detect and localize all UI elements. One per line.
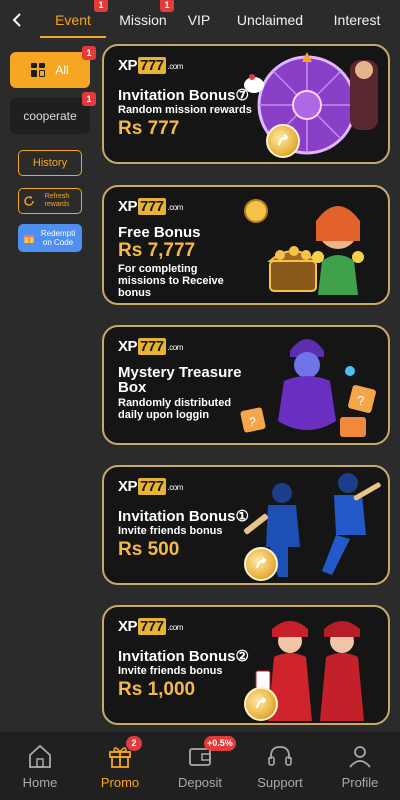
xp777-logo: XP 777 .com (118, 197, 183, 215)
nav-label: Promo (100, 774, 140, 790)
headset-icon (268, 745, 292, 766)
history-button[interactable]: History (18, 150, 82, 176)
lucky-wheel-icon (244, 52, 378, 155)
promo-card-title: Invitation Bonus① (118, 508, 249, 525)
xp777-logo: XP 777 .com (118, 56, 183, 74)
nav-label: Support (257, 774, 303, 790)
back-button[interactable] (0, 0, 36, 40)
promo-card-invitation-bonus-7[interactable]: XP 777 .com Invitation Bonus⑦ Random missi… (102, 44, 390, 164)
tab-interest[interactable]: Interest (318, 0, 396, 40)
promo-card-amount: Rs 777 (118, 118, 180, 139)
nav-profile[interactable]: Profile (320, 732, 400, 800)
tab-label: VIP (187, 12, 211, 28)
arrow-icon (256, 697, 267, 709)
user-icon (349, 745, 371, 768)
xp777-logo: XP 777 .com (118, 337, 183, 355)
nav-label: Profile (341, 774, 379, 790)
nav-badge: +0.5% (204, 736, 236, 751)
promo-card-title: Free Bonus (118, 224, 201, 241)
xp777-logo: XP 777 .com (118, 477, 183, 495)
tab-label: Mission (119, 12, 167, 28)
chevron-left-icon (12, 13, 21, 27)
nav-support[interactable]: Support (240, 732, 320, 800)
tab-label: Event (55, 12, 91, 28)
promo-card-subtitle: Randomly distributed daily upon loggin (118, 397, 232, 421)
category-cooperate-badge: 1 (82, 92, 96, 106)
promo-card-free-bonus[interactable]: XP 777 .com Free Bonus Rs 7,777 For comple… (102, 185, 390, 305)
grid-icon (31, 63, 46, 77)
top-tab-bar: Event 1 Mission 1 VIP Unclaimed Interest (0, 0, 400, 40)
promo-card-amount: Rs 7,777 (118, 240, 196, 261)
category-all-label: All (55, 63, 69, 77)
claim-button[interactable] (266, 124, 300, 158)
category-all-badge: 1 (82, 46, 96, 60)
home-icon (29, 744, 51, 768)
tab-label: Interest (333, 12, 381, 28)
treasure-chest-icon (244, 199, 364, 295)
nav-deposit[interactable]: Deposit +0.5% (160, 732, 240, 800)
refresh-rewards-button[interactable]: Refresh rewards (18, 188, 82, 214)
nav-label: Deposit (177, 774, 223, 790)
promo-card-subtitle: Invite friends bonus (118, 665, 223, 677)
genie-mystery-boxes-icon: ? ? (240, 339, 376, 437)
nav-badge: 2 (126, 736, 142, 751)
nav-promo[interactable]: Promo 2 (80, 732, 160, 800)
tab-label: Unclaimed (236, 12, 304, 28)
tab-unclaimed[interactable]: Unclaimed (222, 0, 318, 40)
svg-text:?: ? (249, 415, 256, 429)
category-cooperate-button[interactable]: cooperate 1 (10, 92, 96, 134)
nav-label: Home (22, 774, 58, 790)
promo-card-title: Invitation Bonus② (118, 648, 249, 665)
refresh-rewards-label: Refresh rewards (44, 193, 70, 208)
tab-event[interactable]: Event 1 (36, 0, 110, 40)
tab-vip[interactable]: VIP (176, 0, 222, 40)
promo-card-amount: Rs 1,000 (118, 679, 196, 700)
xp777-logo: XP 777 .com (118, 617, 183, 635)
redemption-code-label: Redempti on Code (40, 229, 76, 247)
bottom-navigation: Home Promo 2 Deposit +0.5% Support Profi… (0, 732, 400, 800)
promo-card-title: Invitation Bonus⑦ (118, 87, 249, 104)
promo-card-subtitle: For completing missions to Receive bonus (118, 263, 224, 299)
arrow-icon (256, 557, 267, 569)
claim-button[interactable] (244, 547, 278, 581)
promo-card-subtitle: Invite friends bonus (118, 525, 223, 537)
promo-card-invitation-bonus-1[interactable]: XP 777 .com Invitation Bonus① Invite frien… (102, 465, 390, 585)
category-all-button[interactable]: All 1 (10, 46, 96, 88)
svg-text:?: ? (357, 393, 364, 408)
tab-badge: 1 (160, 0, 174, 12)
redemption-code-button[interactable]: Redempti on Code (18, 224, 82, 252)
promo-page: Event 1 Mission 1 VIP Unclaimed Interest… (0, 0, 400, 800)
tab-badge: 1 (94, 0, 108, 12)
refresh-icon (24, 196, 34, 206)
promo-card-mystery-treasure-box[interactable]: XP 777 .com Mystery Treasure Box Randomly … (102, 325, 390, 445)
promo-card-amount: Rs 500 (118, 539, 180, 560)
promo-card-invitation-bonus-2[interactable]: XP 777 .com Invitation Bonus② Invite frien… (102, 605, 390, 725)
arrow-icon (278, 134, 289, 146)
promo-card-title: Mystery Treasure Box (118, 364, 242, 396)
claim-button[interactable] (244, 687, 278, 721)
history-label: History (32, 157, 68, 169)
gift-box-icon (24, 235, 34, 243)
category-cooperate-label: cooperate (23, 109, 77, 123)
tab-mission[interactable]: Mission 1 (110, 0, 176, 40)
nav-home[interactable]: Home (0, 732, 80, 800)
